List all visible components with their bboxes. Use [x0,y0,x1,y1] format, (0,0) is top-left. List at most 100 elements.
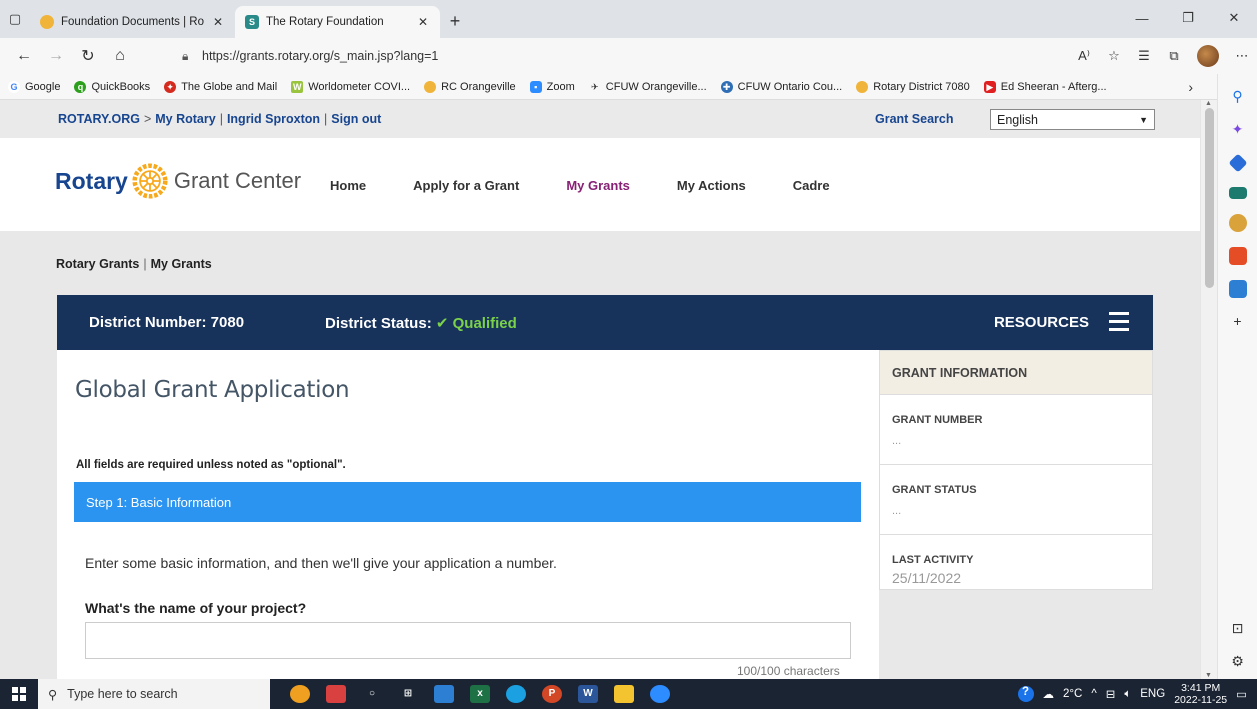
language-select[interactable]: English ▼ [990,109,1155,130]
district-bar: District Number: 7080 District Status: ✔… [57,295,1153,350]
step-header[interactable]: Step 1: Basic Information [74,482,861,522]
last-activity-label: LAST ACTIVITY [892,554,974,566]
search-icon[interactable]: ⚲ [1232,88,1242,106]
required-note: All fields are required unless noted as … [76,459,346,471]
task-view-icon[interactable]: ⊞ [398,685,418,703]
close-window-icon[interactable]: ✕ [1211,0,1257,36]
bookmark-cfuw-orangeville[interactable]: ✈ CFUW Orangeville... [589,81,707,93]
close-tab-icon[interactable]: ✕ [416,15,430,29]
settings-gear-icon[interactable]: ⚙ [1231,653,1244,671]
nav-my-actions[interactable]: My Actions [677,178,746,193]
favorites-icon[interactable]: ☰ [1129,48,1159,64]
powerpoint-icon[interactable]: P [542,685,562,703]
taskbar-search[interactable]: ⚲ Type here to search [38,679,270,709]
hamburger-menu-icon[interactable] [1109,312,1129,336]
gift-icon[interactable] [326,685,346,703]
file-explorer-icon[interactable] [614,685,634,703]
sign-out-link[interactable]: Sign out [331,112,381,126]
grant-number-label: GRANT NUMBER [892,414,983,426]
volume-icon[interactable]: 🔈︎ [1124,688,1131,701]
bookmark-google[interactable]: G Google [8,80,61,93]
minimize-icon[interactable]: — [1119,0,1165,36]
bookmark-label: Google [25,80,61,93]
home-icon[interactable]: ⌂ [104,41,136,71]
tools-icon[interactable] [1228,187,1247,199]
nav-home[interactable]: Home [330,178,366,193]
district-status-label: District Status: [325,314,432,332]
grant-status-section: GRANT STATUS ... [880,465,1152,535]
breadcrumb-my-grants[interactable]: My Grants [151,257,212,271]
bookmark-rotary-district[interactable]: Rotary District 7080 [856,80,970,93]
forward-icon[interactable]: → [40,41,72,71]
discover-icon[interactable]: ✦ [1232,121,1244,139]
my-rotary-link[interactable]: My Rotary [155,112,215,126]
language-indicator[interactable]: ENG [1140,688,1165,700]
word-icon[interactable]: W [578,685,598,703]
nav-cadre[interactable]: Cadre [793,178,830,193]
tab-rotary-foundation[interactable]: S The Rotary Foundation ✕ [235,6,440,38]
nav-apply-for-grant[interactable]: Apply for a Grant [413,178,519,193]
user-name[interactable]: Ingrid Sproxton [227,112,320,126]
character-count: 100/100 characters [737,664,840,678]
s-favicon-icon: S [245,15,259,29]
help-icon[interactable]: ? [1017,686,1034,702]
more-bookmarks-icon[interactable]: › [1188,79,1193,95]
hide-sidebar-icon[interactable]: ⊡ [1232,620,1244,638]
page-scrollbar[interactable]: ▲ ▼ [1200,100,1217,679]
office-icon[interactable] [1228,247,1247,265]
restore-icon[interactable]: ❐ [1165,0,1211,36]
clock[interactable]: 3:41 PM 2022-11-25 [1174,682,1227,706]
grant-center-text: Grant Center [173,168,302,193]
games-icon[interactable] [1228,214,1247,232]
new-tab-button[interactable]: + [440,6,470,36]
tab-actions-icon[interactable]: ▢ [0,4,30,34]
add-favorite-icon[interactable]: ☆ [1099,48,1129,64]
nav-my-grants[interactable]: My Grants [566,178,630,193]
collections-icon[interactable]: ⧉ [1159,48,1189,64]
bookmark-worldometer[interactable]: W Worldometer COVI... [291,80,410,93]
grant-number-section: GRANT NUMBER ... [880,395,1152,465]
windows-start-icon[interactable] [0,679,38,709]
shopping-icon[interactable] [1227,153,1248,173]
profile-avatar[interactable] [1197,45,1219,67]
resources-link[interactable]: RESOURCES [994,314,1089,331]
scrollbar-thumb[interactable] [1205,108,1214,288]
outlook-icon[interactable] [1228,280,1247,298]
alarm-clock-icon[interactable] [290,685,310,703]
bookmark-cfuw-ontario[interactable]: ✚ CFUW Ontario Cou... [720,80,842,93]
project-name-input[interactable] [85,622,851,659]
back-icon[interactable]: ← [8,41,40,71]
show-hidden-icons-icon[interactable]: ^ [1091,688,1096,700]
network-icon[interactable]: ⊟ [1106,687,1116,701]
grant-search-link[interactable]: Grant Search [875,112,954,126]
scroll-up-icon[interactable]: ▲ [1205,100,1212,107]
outlook-taskbar-icon[interactable] [434,685,454,703]
excel-icon[interactable]: x [470,685,490,703]
bookmark-zoom[interactable]: ▪ Zoom [529,80,575,93]
refresh-icon[interactable]: ↻ [72,41,104,71]
close-tab-icon[interactable]: ✕ [211,15,225,29]
weather-cloud-icon[interactable]: ☁ [1043,687,1055,701]
edge-icon[interactable] [506,685,526,703]
bookmark-quickbooks[interactable]: q QuickBooks [74,80,150,93]
cortana-icon[interactable]: ○ [362,685,382,703]
scroll-down-icon[interactable]: ▼ [1205,672,1212,679]
add-icon[interactable]: + [1233,313,1241,331]
zoom-taskbar-icon[interactable] [650,685,670,703]
clock-date: 2022-11-25 [1174,694,1228,706]
rotary-logo[interactable]: Rotary Grant Center [55,163,301,199]
more-options-icon[interactable]: ⋯ [1227,48,1257,64]
tab-foundation-documents[interactable]: Foundation Documents | Rotary I ✕ [30,6,235,38]
bookmark-globe-and-mail[interactable]: ✦ The Globe and Mail [164,80,277,93]
url-field[interactable]: 🔒︎ https://grants.rotary.org/s_main.jsp?… [182,42,1182,70]
utility-nav: ROTARY.ORG > My Rotary | Ingrid Sproxton | Sig… [0,100,1200,138]
read-aloud-icon[interactable]: A⁾ [1069,48,1099,64]
tab-title: The Rotary Foundation [266,16,384,28]
temperature[interactable]: 2°C [1063,688,1082,700]
bookmark-rc-orangeville[interactable]: RC Orangeville [424,80,516,93]
clock-time: 3:41 PM [1181,682,1221,694]
bookmark-ed-sheeran[interactable]: ▶ Ed Sheeran - Afterg... [983,80,1107,93]
notifications-icon[interactable]: ▭ [1236,687,1247,701]
breadcrumb-rotary-grants[interactable]: Rotary Grants [56,257,139,271]
rotary-org-link[interactable]: ROTARY.ORG [58,112,140,126]
